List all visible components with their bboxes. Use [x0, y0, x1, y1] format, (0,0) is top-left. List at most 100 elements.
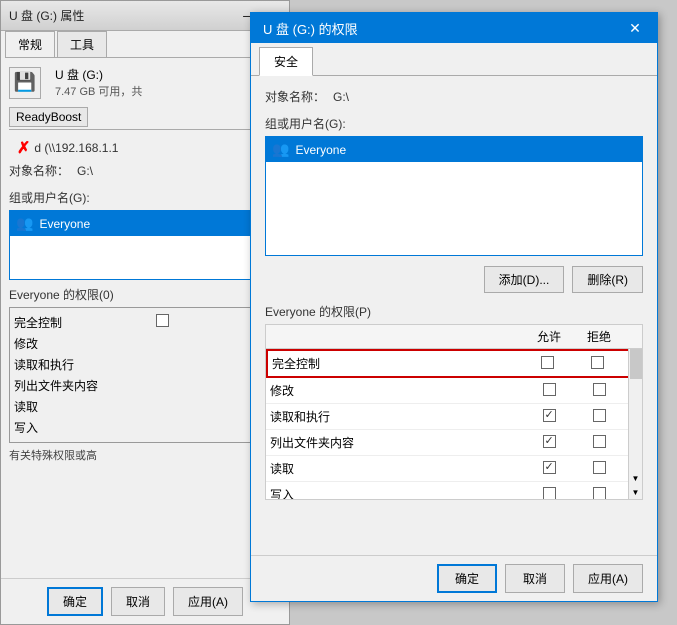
perm-allow-check-0[interactable] [541, 356, 554, 369]
everyone-icon: 👥 [16, 215, 33, 232]
disk-space: 7.47 GB 可用，共 [55, 83, 142, 99]
bg-perm-name-3: 列出文件夹内容 [14, 377, 98, 394]
perm-row-write: 写入 [266, 482, 642, 499]
bg-group-list[interactable]: 👥 Everyone [9, 210, 281, 280]
dialog-apply-button[interactable]: 应用(A) [573, 564, 643, 593]
perm-allow-check-5[interactable] [543, 487, 556, 500]
bg-cancel-button[interactable]: 取消 [111, 587, 165, 616]
perm-allow-check-3[interactable] [543, 435, 556, 448]
dialog-title: U 盘 (G:) 的权限 [263, 19, 625, 38]
dialog-tab-security[interactable]: 安全 [259, 47, 313, 76]
perms-scrollbar[interactable]: ▼ ▼ [628, 349, 642, 499]
bg-perm-name-0: 完全控制 [14, 314, 62, 331]
perms-col-name [270, 328, 524, 345]
network-error-icon: ✗ [17, 138, 30, 158]
bg-perm-row-2: 读取和执行 [14, 354, 276, 375]
bg-tabs: 常规 工具 [5, 31, 285, 58]
bg-perm-row-5: 写入 [14, 417, 276, 438]
perm-row-readexecute: 读取和执行 [266, 404, 642, 430]
disk-icon: 💾 [9, 67, 41, 99]
dialog-bottom-buttons: 确定 取消 应用(A) [251, 555, 657, 601]
dialog-cancel-button[interactable]: 取消 [505, 564, 565, 593]
dialog-titlebar: U 盘 (G:) 的权限 ✕ [251, 13, 657, 43]
dialog-close-icon[interactable]: ✕ [625, 18, 645, 38]
everyone-label: Everyone [39, 217, 90, 231]
perm-name-2: 读取和执行 [270, 408, 524, 425]
perm-allow-check-1[interactable] [543, 383, 556, 396]
perm-deny-check-1[interactable] [593, 383, 606, 396]
bg-content: 💾 U 盘 (G:) 7.47 GB 可用，共 ReadyBoost ✗ d (… [1, 58, 289, 475]
perm-deny-0[interactable] [572, 356, 622, 372]
tab-readyboost[interactable]: ReadyBoost [9, 107, 88, 127]
bg-perm-name-2: 读取和执行 [14, 356, 74, 373]
scroll-down2-icon[interactable]: ▼ [629, 485, 642, 499]
bg-perms-label: Everyone 的权限(0) [9, 286, 281, 303]
perms-label-text: Everyone 的权限(P) [265, 305, 371, 319]
dialog-everyone-item[interactable]: 👥 Everyone [266, 137, 642, 162]
network-item: ✗ d (\\192.168.1.1 [9, 134, 281, 162]
perm-name-3: 列出文件夹内容 [270, 434, 524, 451]
perm-deny-check-5[interactable] [593, 487, 606, 500]
perm-name-4: 读取 [270, 460, 524, 477]
dialog-object-value: G:\ [333, 90, 349, 104]
bg-perm-check-0[interactable] [156, 314, 169, 327]
user-action-buttons: 添加(D)... 删除(R) [265, 266, 643, 293]
object-field: 对象名称： G:\ [9, 162, 281, 179]
perm-name-1: 修改 [270, 382, 524, 399]
dialog-group-label: 组或用户名(G): [265, 115, 643, 132]
bg-permissions-box: 完全控制 修改 读取和执行 列出文件夹内容 读取 写入 [9, 307, 281, 443]
perm-allow-0[interactable] [522, 356, 572, 372]
bg-perm-name-1: 修改 [14, 335, 38, 352]
bg-note: 有关特殊权限或高 [9, 447, 281, 463]
remove-button[interactable]: 删除(R) [572, 266, 643, 293]
bg-perm-row-4: 读取 [14, 396, 276, 417]
perm-row-modify: 修改 [266, 378, 642, 404]
dialog-user-list[interactable]: 👥 Everyone [265, 136, 643, 256]
bg-apply-button[interactable]: 应用(A) [173, 587, 243, 616]
perm-row-read: 读取 [266, 456, 642, 482]
add-button[interactable]: 添加(D)... [484, 266, 565, 293]
dialog-everyone-label: Everyone [295, 143, 346, 157]
bg-perm-row-3: 列出文件夹内容 [14, 375, 276, 396]
perm-deny-check-4[interactable] [593, 461, 606, 474]
bg-everyone-item[interactable]: 👥 Everyone [10, 211, 280, 236]
bg-perm-row-1: 修改 [14, 333, 276, 354]
bg-properties-window: U 盘 (G:) 属性 ─ □ ✕ 常规 工具 💾 U 盘 (G:) 7.47 … [0, 0, 290, 625]
object-value: G:\ [77, 164, 93, 178]
tab-general[interactable]: 常规 [5, 31, 55, 57]
dialog-ok-button[interactable]: 确定 [437, 564, 497, 593]
perm-allow-check-2[interactable] [543, 409, 556, 422]
dialog-object-field: 对象名称： G:\ [265, 88, 643, 105]
dialog-everyone-icon: 👥 [272, 141, 289, 158]
network-label: d (\\192.168.1.1 [34, 141, 118, 155]
bg-perm-name-5: 写入 [14, 419, 38, 436]
perms-col-allow: 允许 [524, 328, 574, 345]
perm-row-fullcontrol: 完全控制 [266, 349, 642, 378]
scroll-down-icon[interactable]: ▼ [629, 471, 642, 485]
perm-name-5: 写入 [270, 486, 524, 499]
dialog-tabs: 安全 [251, 47, 657, 76]
object-label: 对象名称： [9, 162, 69, 179]
bg-perm-name-4: 读取 [14, 398, 38, 415]
perm-name-0: 完全控制 [272, 355, 522, 372]
main-permissions-dialog: U 盘 (G:) 的权限 ✕ 安全 对象名称： G:\ 组或用户名(G): 👥 … [250, 12, 658, 602]
perm-deny-check-0[interactable] [591, 356, 604, 369]
bg-ok-button[interactable]: 确定 [47, 587, 103, 616]
perm-deny-check-3[interactable] [593, 435, 606, 448]
perm-row-listfolder: 列出文件夹内容 [266, 430, 642, 456]
group-label: 组或用户名(G): [9, 189, 281, 206]
disk-name: U 盘 (G:) [55, 66, 142, 83]
bg-perm-row-0: 完全控制 [14, 312, 276, 333]
bg-titlebar: U 盘 (G:) 属性 ─ □ ✕ [1, 1, 289, 31]
dialog-object-label: 对象名称： [265, 88, 325, 105]
perms-header: 允许 拒绝 [266, 325, 642, 349]
perms-scrollbar-thumb[interactable] [630, 349, 642, 379]
bg-window-title: U 盘 (G:) 属性 [9, 7, 243, 24]
dialog-content: 对象名称： G:\ 组或用户名(G): 👥 Everyone 添加(D)... … [251, 76, 657, 512]
perm-allow-check-4[interactable] [543, 461, 556, 474]
tab-tools[interactable]: 工具 [57, 31, 107, 57]
perms-section-label: Everyone 的权限(P) [265, 303, 643, 320]
bg-bottom-buttons: 确定 取消 应用(A) [1, 578, 289, 624]
perms-col-deny: 拒绝 [574, 328, 624, 345]
perm-deny-check-2[interactable] [593, 409, 606, 422]
